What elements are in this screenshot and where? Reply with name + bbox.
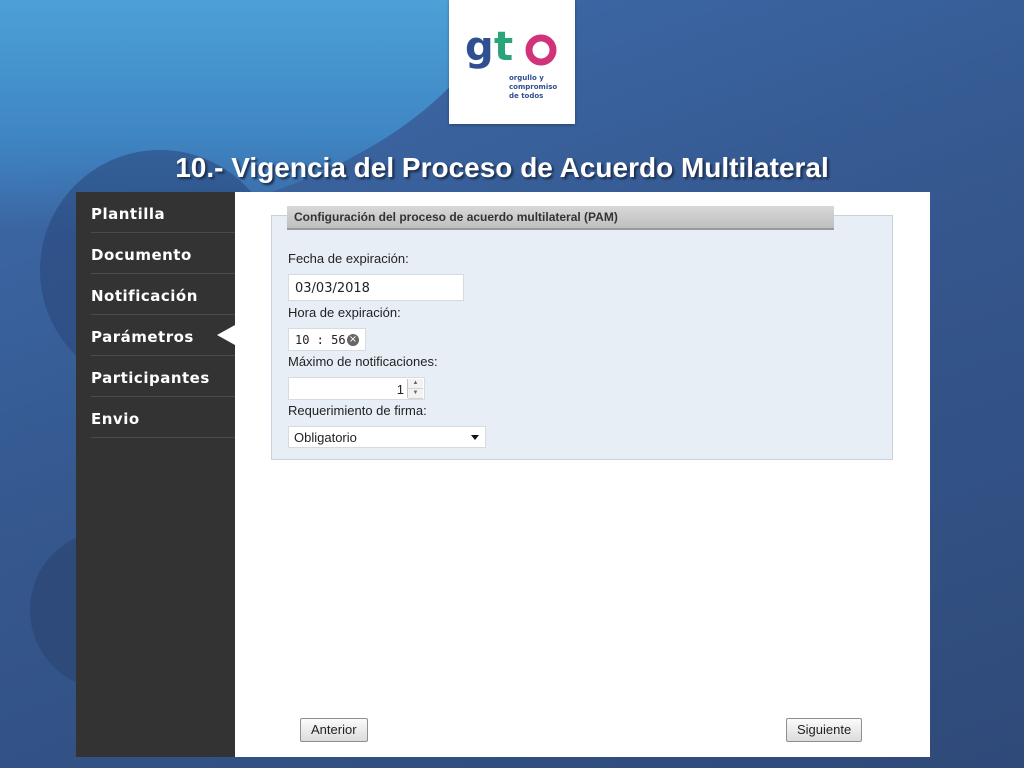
slide-title: 10.- Vigencia del Proceso de Acuerdo Mul… (175, 152, 829, 183)
stepper-buttons: ▲ ▼ (407, 379, 423, 399)
main-content: Configuración del proceso de acuerdo mul… (235, 192, 930, 757)
hora-input[interactable]: 10 : 56 × (288, 328, 366, 351)
svg-text:g: g (465, 24, 494, 70)
chevron-down-icon (471, 435, 479, 440)
stepper-value: 1 (396, 382, 404, 397)
sidebar-item-notificacion[interactable]: Notificación (91, 274, 235, 315)
sidebar-item-label: Notificación (91, 287, 198, 305)
app-window: Plantilla Documento Notificación Parámet… (76, 192, 930, 757)
sidebar: Plantilla Documento Notificación Parámet… (76, 192, 235, 757)
sidebar-item-participantes[interactable]: Participantes (91, 356, 235, 397)
sidebar-item-parametros[interactable]: Parámetros (91, 315, 235, 356)
sidebar-item-label: Documento (91, 246, 192, 264)
sidebar-item-label: Participantes (91, 369, 210, 387)
max-notificaciones-stepper[interactable]: 1 ▲ ▼ (288, 377, 425, 400)
fecha-label: Fecha de expiración: (288, 251, 409, 266)
stepper-up-icon[interactable]: ▲ (408, 379, 423, 389)
firma-select[interactable]: Obligatorio (288, 426, 486, 448)
sidebar-item-envio[interactable]: Envio (91, 397, 235, 438)
stepper-down-icon[interactable]: ▼ (408, 389, 423, 399)
panel-header: Configuración del proceso de acuerdo mul… (287, 206, 834, 230)
anterior-button[interactable]: Anterior (300, 718, 368, 742)
config-panel: Configuración del proceso de acuerdo mul… (271, 206, 893, 460)
sidebar-item-label: Envio (91, 410, 140, 428)
clear-icon[interactable]: × (347, 334, 359, 346)
sidebar-item-documento[interactable]: Documento (91, 233, 235, 274)
siguiente-button[interactable]: Siguiente (786, 718, 863, 742)
firma-selected-value: Obligatorio (294, 430, 357, 445)
hora-value: 10 : 56 (295, 333, 346, 347)
svg-text:t: t (494, 24, 513, 70)
max-notificaciones-label: Máximo de notificaciones: (288, 354, 438, 369)
active-indicator-icon (217, 325, 235, 345)
fecha-input[interactable]: 03/03/2018 (288, 274, 464, 301)
sidebar-item-label: Parámetros (91, 328, 194, 346)
firma-label: Requerimiento de firma: (288, 403, 427, 418)
logo-tagline: orgullo y compromiso de todos (509, 74, 558, 100)
hora-label: Hora de expiración: (288, 305, 401, 320)
sidebar-item-label: Plantilla (91, 205, 166, 223)
sidebar-item-plantilla[interactable]: Plantilla (91, 192, 235, 233)
gto-logo: g t orgullo y compromiso de todos (449, 0, 575, 124)
